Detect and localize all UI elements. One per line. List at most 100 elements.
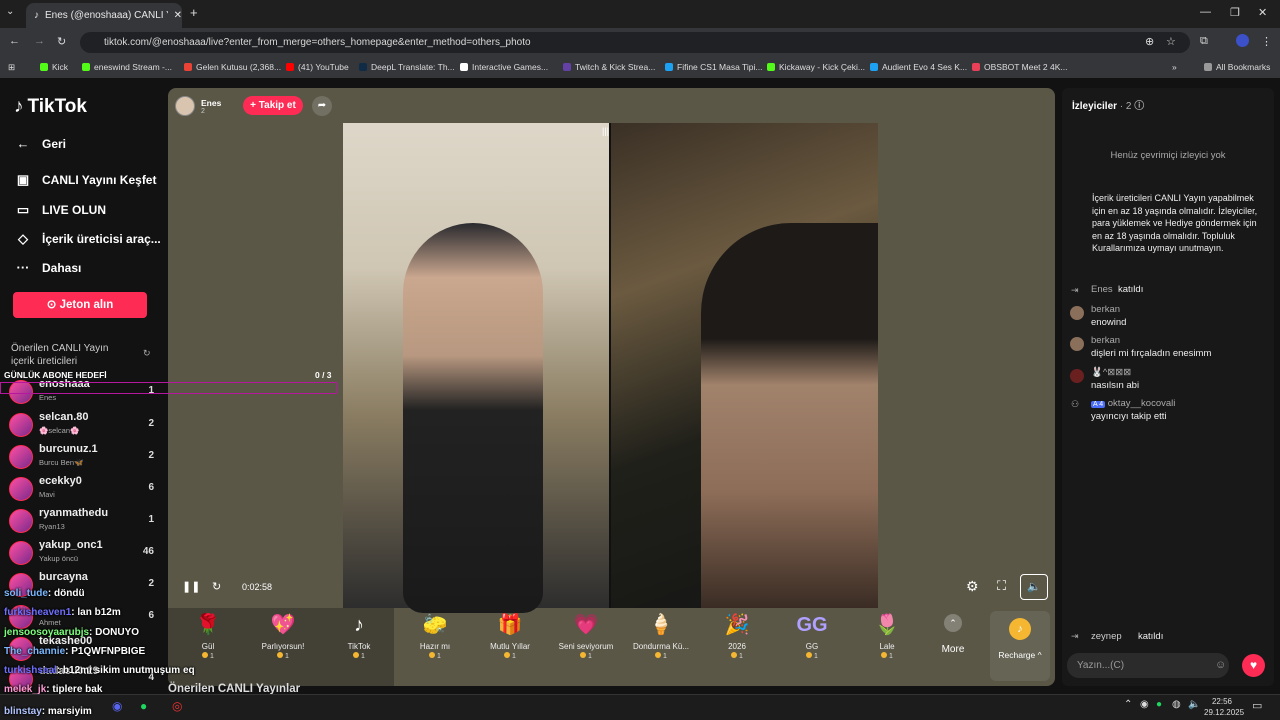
recharge-button[interactable]: ♪ Recharge ^ xyxy=(990,611,1050,681)
forward-icon[interactable]: → xyxy=(34,35,45,47)
menu-icon[interactable]: ⋮ xyxy=(1261,35,1272,48)
user-item[interactable]: ecekky0 Mavi 6 xyxy=(9,474,154,504)
tiktok-favicon-icon: ♪ xyxy=(34,10,39,21)
fullscreen-icon[interactable]: ⛶ xyxy=(997,578,1006,594)
gift-item[interactable]: 💖 Parlıyorsun! 1 xyxy=(247,612,319,660)
star-icon[interactable]: ☆ xyxy=(1166,35,1176,48)
profile-avatar[interactable] xyxy=(1236,34,1249,47)
join-icon: ⇥ xyxy=(1071,631,1079,641)
volume-icon[interactable]: 🔈 xyxy=(1020,574,1048,600)
goal-progress-outline xyxy=(0,382,337,394)
back-icon[interactable]: ← xyxy=(9,35,20,47)
refresh-icon[interactable]: ↻ xyxy=(143,348,151,359)
bookmark[interactable]: Kick xyxy=(40,62,68,72)
gift-item[interactable]: GG GG 1 xyxy=(776,612,848,660)
heart-button[interactable]: ♥ xyxy=(1242,654,1265,677)
nav-explore-live[interactable]: ▣ CANLI Yayını Keşfet xyxy=(16,172,157,188)
tiktok-logo[interactable]: ♪ TikTok xyxy=(14,96,87,118)
url-input[interactable]: tiktok.com/@enoshaaa/live?enter_from_mer… xyxy=(80,32,1190,53)
overlay-chat-line: turkishseal: b12mi sikim unutmuşum eq xyxy=(4,665,195,676)
bookmark[interactable]: Kickaway - Kick Çeki... xyxy=(767,62,865,72)
speaker-icon[interactable]: 🔈 xyxy=(1188,699,1200,710)
spotify-icon[interactable]: ● xyxy=(140,699,147,713)
host-info[interactable]: Enes 2 xyxy=(175,96,221,116)
network-icon[interactable]: ◍ xyxy=(1172,699,1181,710)
minimize-icon[interactable]: — xyxy=(1200,6,1211,18)
back-arrow-icon: ← xyxy=(16,136,30,151)
share-icon[interactable]: ➦ xyxy=(312,96,332,116)
obs-icon[interactable]: ◎ xyxy=(172,699,182,713)
bookmark[interactable]: OBSBOT Meet 2 4K... xyxy=(972,62,1067,72)
chat-panel: İzleyiciler · 2 ⓘ Henüz çevrimiçi izleyi… xyxy=(1062,88,1274,686)
bookmark[interactable]: DeepL Translate: Th... xyxy=(359,62,455,72)
tray-chevron-icon[interactable]: ⌃ xyxy=(1124,699,1132,710)
reload-icon[interactable]: ↻ xyxy=(57,35,66,48)
restore-icon[interactable]: ❐ xyxy=(1230,6,1240,19)
user-item[interactable]: burcunuz.1 Burcu Ben🦋 2 xyxy=(9,442,154,472)
overlay-chat-line: furkisheaven1: lan b12m xyxy=(4,607,121,618)
gift-item[interactable]: 🧽 Hazır mı 1 xyxy=(399,612,471,660)
gift-item[interactable]: 💗 Seni seviyorum 1 xyxy=(550,612,622,660)
bookmark[interactable]: Gelen Kutusu (2,368... xyxy=(184,62,281,72)
stream-time: 0:02:58 xyxy=(242,582,273,592)
discord-tray-icon[interactable]: ◉ xyxy=(1140,699,1149,710)
new-tab-icon[interactable]: + xyxy=(190,5,198,20)
bookmark[interactable]: Interactive Games... xyxy=(460,62,548,72)
overlay-chat-line: jensoosoyaarubjs: DONUYO xyxy=(4,627,140,638)
gift-item[interactable]: ♪ TikTok 1 xyxy=(323,612,395,660)
user-item[interactable]: yakup_onc1 Yakup öncü 46 xyxy=(9,538,154,568)
creator-icon: ◇ xyxy=(18,231,28,246)
nav-go-live[interactable]: ▭ LIVE OLUN xyxy=(16,202,106,218)
extensions-icon[interactable]: ⧉ xyxy=(1200,35,1208,48)
get-coins-button[interactable]: ⊙ Jeton alın xyxy=(13,292,147,318)
clock[interactable]: 22:56 29.12.2025 xyxy=(1204,696,1244,718)
suggested-title: Önerilen CANLI Yayın içerik üreticileri xyxy=(11,343,109,367)
tiktok-page: ♪ TikTok ← Geri ▣ CANLI Yayını Keşfet ▭ LIVE… xyxy=(0,80,1280,695)
bookmark[interactable]: Fifine CS1 Masa Tipi... xyxy=(665,62,763,72)
live-icon: ▣ xyxy=(16,172,30,187)
apps-icon[interactable]: ⊞ xyxy=(8,62,15,73)
gift-item[interactable]: 🌹 Gül 1 xyxy=(172,612,244,660)
gift-item[interactable]: 🌷 Lale 1 xyxy=(851,612,923,660)
bookmark[interactable]: Audient Evo 4 Ses K... xyxy=(870,62,967,72)
gift-item[interactable]: 🍦 Dondurma Kü... 1 xyxy=(625,612,697,660)
bookmark[interactable]: Twitch & Kick Strea... xyxy=(563,62,655,72)
taskbar: ◉ ● ◎ ⌃ ◉ ● ◍ 🔈 22:56 29.12.2025 ▭ xyxy=(0,694,1280,720)
translate-icon[interactable]: ⊕ xyxy=(1145,35,1154,48)
settings-icon[interactable]: ⚙ xyxy=(966,578,979,595)
gift-item[interactable]: 🎉 2026 1 xyxy=(701,612,773,660)
split-divider xyxy=(609,123,611,608)
nav-back[interactable]: ← Geri xyxy=(16,136,67,151)
tab-strip: ⌄ ♪ Enes (@enoshaaa) CANLI Y... ✕ + — ❐ … xyxy=(0,0,1280,28)
discord-icon[interactable]: ◉ xyxy=(112,699,122,713)
spotify-tray-icon[interactable]: ● xyxy=(1156,699,1162,710)
notification-icon[interactable]: ▭ xyxy=(1252,699,1262,712)
user-item[interactable]: selcan.80 🌸selcan🌸 2 xyxy=(9,410,154,440)
follow-button[interactable]: + Takip et xyxy=(243,96,303,115)
bookmarks-bar: ⊞ Kick eneswind Stream -... Gelen Kutusu… xyxy=(0,56,1280,78)
tab-search-icon[interactable]: ⌄ xyxy=(6,6,14,17)
nav-creator-tools[interactable]: ◇ İçerik üreticisi araç... xyxy=(16,231,161,247)
camera-icon: ▭ xyxy=(16,202,30,217)
refresh-icon[interactable]: ↻ xyxy=(212,580,221,593)
video-right xyxy=(611,123,878,608)
browser-tab[interactable]: ♪ Enes (@enoshaaa) CANLI Y... ✕ xyxy=(26,3,182,28)
bookmark[interactable]: (41) YouTube xyxy=(286,62,349,72)
audio-level-icon: ||| xyxy=(602,126,610,136)
bookmark[interactable]: eneswind Stream -... xyxy=(82,62,172,72)
close-icon[interactable]: ✕ xyxy=(174,10,182,21)
chat-input[interactable]: Yazın...(C) xyxy=(1067,653,1229,678)
overlay-chat-line: The_channie: P1QWFNPBIGE xyxy=(4,646,146,657)
more-gifts-button[interactable]: ⌃ More xyxy=(938,614,968,655)
pause-icon[interactable]: ❚❚ xyxy=(182,580,200,593)
window-close-icon[interactable]: ✕ xyxy=(1258,6,1267,19)
more-bookmarks-icon[interactable]: » xyxy=(1172,62,1177,72)
all-bookmarks[interactable]: All Bookmarks xyxy=(1204,62,1270,72)
emoji-icon[interactable]: ☺ xyxy=(1215,659,1226,671)
tiktok-note-icon: ♪ xyxy=(14,96,24,117)
video-left xyxy=(343,123,609,613)
nav-more[interactable]: ··· Dahası xyxy=(16,260,82,275)
user-item[interactable]: ryanmathedu Ryan13 1 xyxy=(9,506,154,536)
dots-icon: ··· xyxy=(16,260,30,275)
gift-item[interactable]: 🎁 Mutlu Yıllar 1 xyxy=(474,612,546,660)
